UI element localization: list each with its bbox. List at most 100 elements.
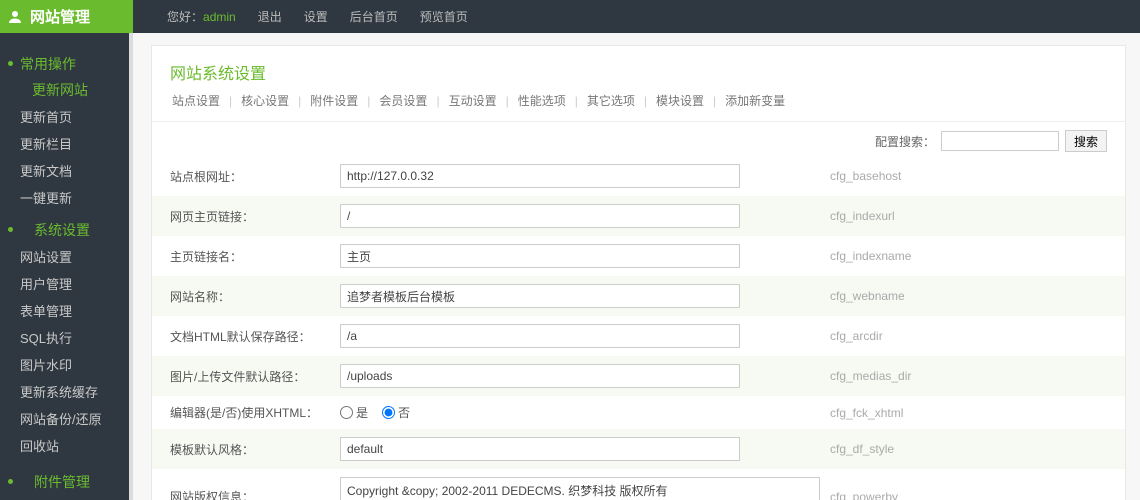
form-row: 网站名称： cfg_webname bbox=[152, 276, 1125, 316]
nav-settings[interactable]: 设置 bbox=[304, 8, 328, 25]
config-var: cfg_powerby bbox=[740, 490, 1107, 500]
field-control bbox=[340, 164, 740, 188]
field-label: 网页主页链接： bbox=[170, 208, 340, 225]
sidebar-group-attach[interactable]: 附件管理 bbox=[0, 469, 133, 495]
search-label: 配置搜索： bbox=[875, 133, 935, 150]
radio-input[interactable] bbox=[382, 406, 395, 419]
sidebar-group-system[interactable]: 系统设置 bbox=[0, 217, 133, 243]
form-row: 主页链接名： cfg_indexname bbox=[152, 236, 1125, 276]
page-title: 网站系统设置 bbox=[152, 46, 1125, 92]
field-control bbox=[340, 324, 740, 348]
tab-sep: | bbox=[433, 94, 442, 108]
config-var: cfg_indexname bbox=[740, 249, 1107, 263]
form-row: 网页主页链接： cfg_indexurl bbox=[152, 196, 1125, 236]
config-var: cfg_indexurl bbox=[740, 209, 1107, 223]
field-control bbox=[340, 437, 740, 461]
sidebar-subtitle-update[interactable]: 更新网站 bbox=[0, 77, 133, 103]
text-input[interactable] bbox=[340, 364, 740, 388]
nav-logout[interactable]: 退出 bbox=[258, 8, 282, 25]
field-label: 文档HTML默认保存路径： bbox=[170, 328, 340, 345]
field-control bbox=[340, 244, 740, 268]
tab-sep: | bbox=[226, 94, 235, 108]
sidebar-item[interactable]: 一键更新 bbox=[0, 184, 133, 211]
admin-icon bbox=[6, 8, 24, 26]
tab[interactable]: 附件设置 bbox=[304, 92, 364, 109]
tab[interactable]: 模块设置 bbox=[650, 92, 710, 109]
sidebar-item[interactable]: 更新系统缓存 bbox=[0, 378, 133, 405]
form-row: 网站版权信息： cfg_powerby bbox=[152, 469, 1125, 500]
text-input[interactable] bbox=[340, 324, 740, 348]
search-input[interactable] bbox=[941, 131, 1059, 151]
form-row: 站点根网址： cfg_basehost bbox=[152, 156, 1125, 196]
sidebar-item[interactable]: 更新栏目 bbox=[0, 130, 133, 157]
field-control bbox=[340, 364, 740, 388]
field-label: 图片/上传文件默认路径： bbox=[170, 368, 340, 385]
field-control bbox=[340, 284, 740, 308]
config-var: cfg_webname bbox=[740, 289, 1107, 303]
sidebar-item[interactable]: 用户管理 bbox=[0, 270, 133, 297]
logo-text: 网站管理 bbox=[30, 6, 90, 27]
search-button[interactable]: 搜索 bbox=[1065, 130, 1107, 152]
field-label: 网站版权信息： bbox=[170, 488, 340, 500]
sidebar-item[interactable]: 更新首页 bbox=[0, 103, 133, 130]
field-label: 主页链接名： bbox=[170, 248, 340, 265]
search-bar: 配置搜索： 搜索 bbox=[152, 122, 1125, 156]
tab-sep: | bbox=[503, 94, 512, 108]
sidebar-item[interactable]: 更新文档 bbox=[0, 157, 133, 184]
tab[interactable]: 核心设置 bbox=[235, 92, 295, 109]
settings-panel: 网站系统设置 站点设置|核心设置|附件设置|会员设置|互动设置|性能选项|其它选… bbox=[151, 45, 1126, 500]
logo: 网站管理 bbox=[0, 0, 133, 33]
radio-option[interactable]: 否 bbox=[382, 404, 410, 421]
sidebar-item[interactable]: 网站设置 bbox=[0, 243, 133, 270]
text-input[interactable] bbox=[340, 164, 740, 188]
nav-admin-home[interactable]: 后台首页 bbox=[350, 8, 398, 25]
tab[interactable]: 其它选项 bbox=[581, 92, 641, 109]
radio-input[interactable] bbox=[340, 406, 353, 419]
field-label: 编辑器(是/否)使用XHTML： bbox=[170, 404, 340, 421]
tab[interactable]: 互动设置 bbox=[443, 92, 503, 109]
tab[interactable]: 添加新变量 bbox=[719, 92, 791, 109]
field-control bbox=[340, 477, 740, 500]
sidebar-group-common[interactable]: 常用操作 bbox=[0, 51, 133, 77]
field-control bbox=[340, 204, 740, 228]
text-input[interactable] bbox=[340, 244, 740, 268]
field-label: 网站名称： bbox=[170, 288, 340, 305]
top-nav: 您好：admin 退出 设置 后台首页 预览首页 bbox=[167, 8, 468, 25]
hello: 您好：admin bbox=[167, 8, 236, 25]
sidebar-item[interactable]: 网站备份/还原 bbox=[0, 405, 133, 432]
form-rows: 站点根网址： cfg_basehost 网页主页链接： cfg_indexurl 主页链… bbox=[152, 156, 1125, 500]
config-var: cfg_basehost bbox=[740, 169, 1107, 183]
radio-option[interactable]: 是 bbox=[340, 404, 368, 421]
config-var: cfg_df_style bbox=[740, 442, 1107, 456]
nav-preview-home[interactable]: 预览首页 bbox=[420, 8, 468, 25]
config-var: cfg_medias_dir bbox=[740, 369, 1107, 383]
text-input[interactable] bbox=[340, 284, 740, 308]
config-var: cfg_arcdir bbox=[740, 329, 1107, 343]
tab-sep: | bbox=[710, 94, 719, 108]
form-row: 编辑器(是/否)使用XHTML：是否cfg_fck_xhtml bbox=[152, 396, 1125, 429]
sidebar: 常用操作 更新网站 更新首页 更新栏目 更新文档 一键更新 系统设置 网站设置 … bbox=[0, 33, 133, 500]
tabs: 站点设置|核心设置|附件设置|会员设置|互动设置|性能选项|其它选项|模块设置|… bbox=[152, 92, 1125, 122]
text-input[interactable] bbox=[340, 437, 740, 461]
tab[interactable]: 会员设置 bbox=[373, 92, 433, 109]
sidebar-item[interactable]: SQL执行 bbox=[0, 324, 133, 351]
form-row: 图片/上传文件默认路径： cfg_medias_dir bbox=[152, 356, 1125, 396]
tab-sep: | bbox=[641, 94, 650, 108]
tab-sep: | bbox=[572, 94, 581, 108]
sidebar-item[interactable]: 表单管理 bbox=[0, 297, 133, 324]
main: 网站系统设置 站点设置|核心设置|附件设置|会员设置|互动设置|性能选项|其它选… bbox=[133, 33, 1140, 500]
config-var: cfg_fck_xhtml bbox=[740, 406, 1107, 420]
field-label: 站点根网址： bbox=[170, 168, 340, 185]
field-control: 是否 bbox=[340, 404, 740, 421]
tab-sep: | bbox=[295, 94, 304, 108]
tab-sep: | bbox=[364, 94, 373, 108]
top-bar: 网站管理 您好：admin 退出 设置 后台首页 预览首页 bbox=[0, 0, 1140, 33]
tab[interactable]: 性能选项 bbox=[512, 92, 572, 109]
text-input[interactable] bbox=[340, 204, 740, 228]
form-row: 模板默认风格： cfg_df_style bbox=[152, 429, 1125, 469]
form-row: 文档HTML默认保存路径： cfg_arcdir bbox=[152, 316, 1125, 356]
field-label: 模板默认风格： bbox=[170, 441, 340, 458]
sidebar-item[interactable]: 图片水印 bbox=[0, 351, 133, 378]
sidebar-item[interactable]: 回收站 bbox=[0, 432, 133, 459]
tab[interactable]: 站点设置 bbox=[166, 92, 226, 109]
